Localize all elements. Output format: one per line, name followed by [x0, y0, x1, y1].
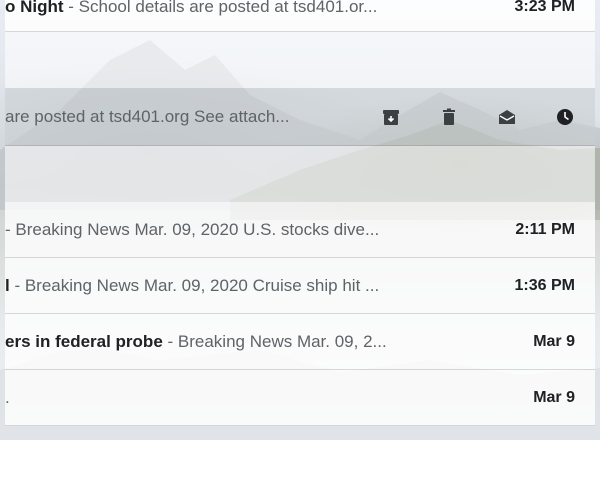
email-snippet: Breaking News Mar. 09, 2...	[177, 331, 387, 351]
archive-icon	[383, 109, 399, 125]
row-hover-actions	[379, 105, 595, 129]
email-snippet: are posted at tsd401.org See attach...	[5, 106, 290, 126]
email-snippet: School details are posted at tsd401.or..…	[78, 0, 378, 16]
email-row[interactable]: l - Breaking News Mar. 09, 2020 Cruise s…	[5, 258, 595, 314]
email-row-content: .	[5, 388, 465, 408]
email-row-hovered[interactable]: are posted at tsd401.org See attach...	[5, 88, 595, 146]
email-snippet: Breaking News Mar. 09, 2020 Cruise ship …	[24, 275, 380, 295]
email-time: Mar 9	[533, 332, 575, 350]
email-separator: -	[5, 219, 16, 239]
email-subject: o Night	[5, 0, 64, 16]
list-spacer	[5, 32, 595, 88]
email-row[interactable]: ers in federal probe - Breaking News Mar…	[5, 314, 595, 370]
email-time: 3:23 PM	[514, 0, 575, 15]
email-separator: -	[63, 0, 79, 16]
email-time: Mar 9	[533, 388, 575, 406]
email-row-content: l - Breaking News Mar. 09, 2020 Cruise s…	[5, 276, 465, 296]
inbox-viewport: o Night - School details are posted at t…	[0, 0, 600, 440]
mark-as-read-button[interactable]	[495, 105, 519, 129]
email-separator: -	[9, 275, 25, 295]
snooze-icon	[557, 108, 573, 125]
email-row-content: ers in federal probe - Breaking News Mar…	[5, 332, 465, 352]
delete-button[interactable]	[437, 105, 461, 129]
mark-as-read-icon	[499, 109, 515, 124]
email-separator: -	[162, 331, 178, 351]
email-row[interactable]: - Breaking News Mar. 09, 2020 U.S. stock…	[5, 202, 595, 258]
snooze-button[interactable]	[553, 105, 577, 129]
email-snippet: .	[5, 387, 10, 407]
delete-icon	[443, 108, 455, 125]
email-subject: ers in federal probe	[5, 331, 163, 351]
email-time: 2:11 PM	[515, 220, 575, 238]
email-time: 1:36 PM	[514, 276, 575, 294]
email-row-content: o Night - School details are posted at t…	[5, 0, 465, 17]
email-snippet: Breaking News Mar. 09, 2020 U.S. stocks …	[15, 219, 380, 239]
list-spacer	[5, 146, 595, 202]
email-row-content: - Breaking News Mar. 09, 2020 U.S. stock…	[5, 220, 465, 240]
archive-button[interactable]	[379, 105, 403, 129]
email-list: o Night - School details are posted at t…	[5, 0, 595, 440]
email-row-content: are posted at tsd401.org See attach...	[5, 107, 379, 127]
email-row[interactable]: . Mar 9	[5, 370, 595, 426]
email-row[interactable]: o Night - School details are posted at t…	[5, 0, 595, 32]
